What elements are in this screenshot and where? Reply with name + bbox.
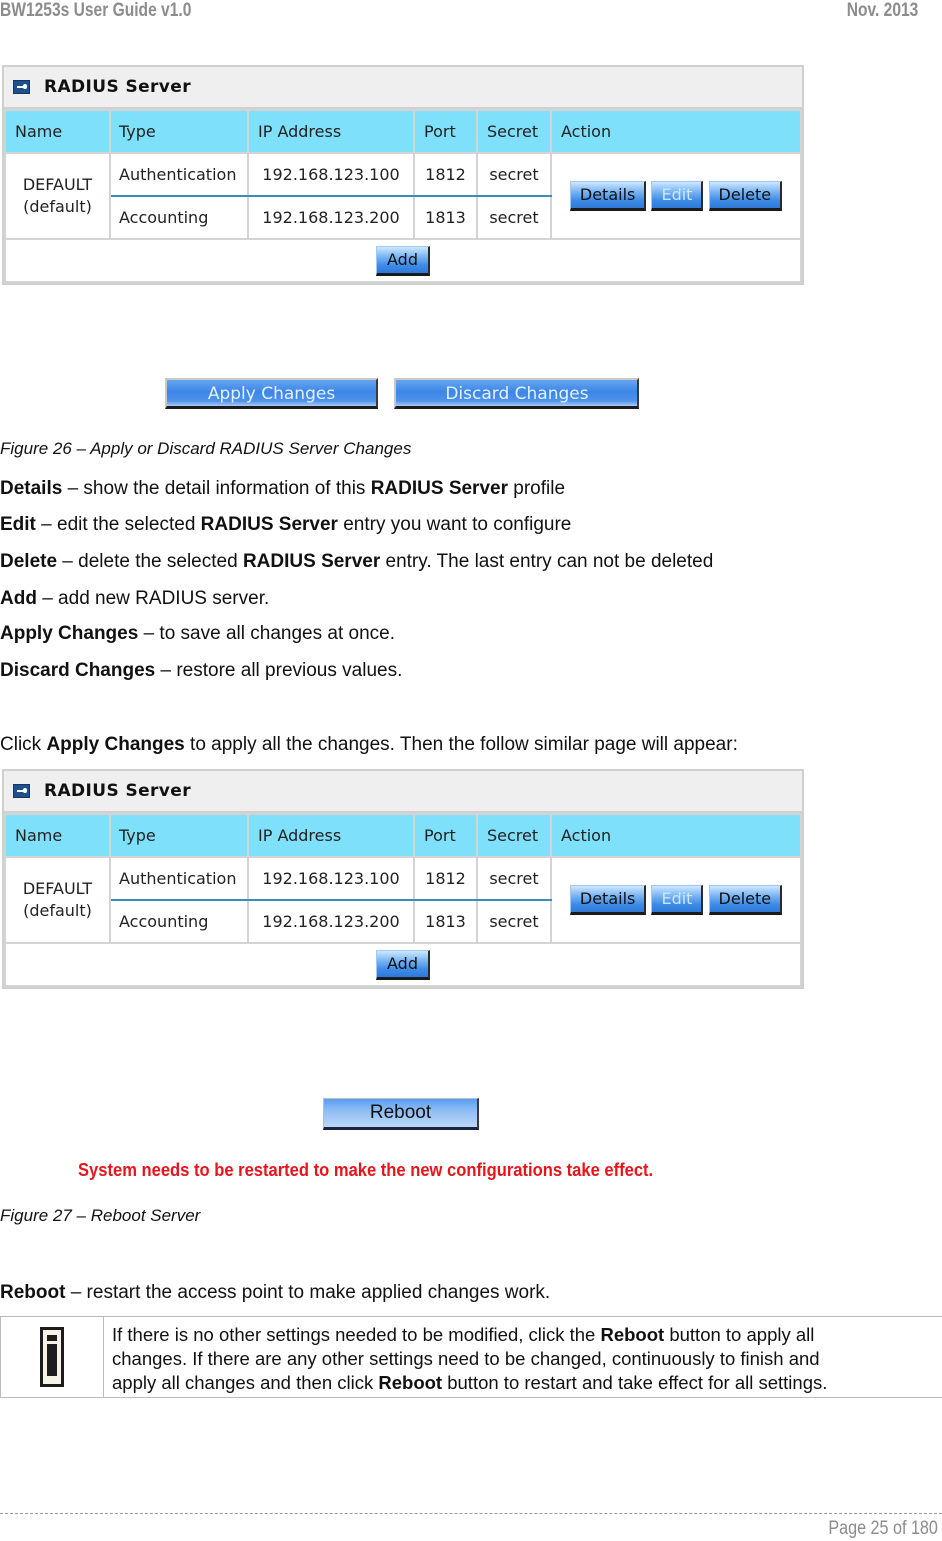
entry-name-sub: (default) <box>23 901 92 920</box>
port-cell: 1813 <box>413 899 478 944</box>
panel-title-bar: RADIUS Server <box>4 771 802 813</box>
ip-cell: 192.168.123.200 <box>247 195 415 240</box>
desc-add: Add – add new RADIUS server. <box>0 588 270 609</box>
add-row: Add <box>4 238 802 283</box>
entry-name-cell: DEFAULT (default) <box>4 152 111 240</box>
radius-server-table: Name Type IP Address Port Secret Action … <box>4 813 802 987</box>
desc-details: Details – show the detail information of… <box>0 478 566 499</box>
type-cell: Authentication <box>109 856 249 901</box>
radius-server-panel-after-apply: RADIUS Server Name Type IP Address Port … <box>2 769 804 989</box>
add-row: Add <box>4 942 802 987</box>
click-apply-paragraph: Click Apply Changes to apply all the cha… <box>0 734 738 755</box>
table-header-row: Name Type IP Address Port Secret Action <box>4 813 802 858</box>
action-cell: Details Edit Delete <box>550 856 802 944</box>
col-ip-address: IP Address <box>247 813 415 858</box>
port-cell: 1812 <box>413 856 478 901</box>
entry-name: DEFAULT <box>22 879 93 898</box>
desc-edit: Edit – edit the selected RADIUS Server e… <box>0 514 572 535</box>
panel-title-bar: RADIUS Server <box>4 67 802 109</box>
table-header-row: Name Type IP Address Port Secret Action <box>4 109 802 154</box>
delete-button[interactable]: Delete <box>708 181 783 211</box>
note-text: If there is no other settings needed to … <box>112 1324 828 1393</box>
discard-changes-button[interactable]: Discard Changes <box>394 378 640 409</box>
ip-cell: 192.168.123.200 <box>247 899 415 944</box>
ip-cell: 192.168.123.100 <box>247 856 415 901</box>
type-cell: Authentication <box>109 152 249 197</box>
figure-26-caption: Figure 26 – Apply or Discard RADIUS Serv… <box>0 439 412 458</box>
edit-button[interactable]: Edit <box>651 181 704 211</box>
entry-name-cell: DEFAULT (default) <box>4 856 111 944</box>
restart-required-message: System needs to be restarted to make the… <box>78 1160 654 1180</box>
table-row: DEFAULT (default) Authentication 192.168… <box>4 856 802 944</box>
secret-cell: secret <box>476 856 552 901</box>
col-secret: Secret <box>476 109 552 154</box>
radius-server-panel: RADIUS Server Name Type IP Address Port … <box>2 65 804 285</box>
details-button[interactable]: Details <box>569 885 647 915</box>
secret-cell: secret <box>476 899 552 944</box>
doc-title: BW1253s User Guide v1.0 <box>0 0 192 21</box>
secret-cell: secret <box>476 195 552 240</box>
info-icon <box>40 1327 64 1387</box>
panel-title: RADIUS Server <box>44 781 192 801</box>
col-type: Type <box>109 813 249 858</box>
reboot-button[interactable]: Reboot <box>323 1098 479 1130</box>
details-button[interactable]: Details <box>569 181 647 211</box>
apply-discard-bar: Apply Changes Discard Changes <box>165 378 640 409</box>
page-number: Page 25 of 180 <box>828 1518 938 1539</box>
doc-date: Nov. 2013 <box>846 0 918 21</box>
figure-27-caption: Figure 27 – Reboot Server <box>0 1206 201 1225</box>
apply-changes-button[interactable]: Apply Changes <box>165 378 378 409</box>
footer-divider <box>0 1513 942 1514</box>
col-name: Name <box>4 109 111 154</box>
col-type: Type <box>109 109 249 154</box>
radius-server-table: Name Type IP Address Port Secret Action … <box>4 109 802 283</box>
table-row: DEFAULT (default) Authentication 192.168… <box>4 152 802 240</box>
col-port: Port <box>413 109 478 154</box>
desc-discard: Discard Changes – restore all previous v… <box>0 660 403 681</box>
minus-toggle-icon[interactable] <box>13 784 30 798</box>
edit-button[interactable]: Edit <box>651 885 704 915</box>
delete-button[interactable]: Delete <box>708 885 783 915</box>
action-cell: Details Edit Delete <box>550 152 802 240</box>
entry-name: DEFAULT <box>22 175 93 194</box>
add-button[interactable]: Add <box>376 949 430 980</box>
col-name: Name <box>4 813 111 858</box>
entry-name-sub: (default) <box>23 197 92 216</box>
info-note: If there is no other settings needed to … <box>0 1316 942 1398</box>
port-cell: 1813 <box>413 195 478 240</box>
ip-cell: 192.168.123.100 <box>247 152 415 197</box>
desc-apply: Apply Changes – to save all changes at o… <box>0 623 395 644</box>
col-action: Action <box>550 109 802 154</box>
desc-reboot: Reboot – restart the access point to mak… <box>0 1282 551 1303</box>
minus-toggle-icon[interactable] <box>13 80 30 94</box>
col-secret: Secret <box>476 813 552 858</box>
type-cell: Accounting <box>109 899 249 944</box>
secret-cell: secret <box>476 152 552 197</box>
panel-title: RADIUS Server <box>44 77 192 97</box>
type-cell: Accounting <box>109 195 249 240</box>
col-action: Action <box>550 813 802 858</box>
col-port: Port <box>413 813 478 858</box>
port-cell: 1812 <box>413 152 478 197</box>
desc-delete: Delete – delete the selected RADIUS Serv… <box>0 551 714 572</box>
col-ip-address: IP Address <box>247 109 415 154</box>
add-button[interactable]: Add <box>376 245 430 276</box>
